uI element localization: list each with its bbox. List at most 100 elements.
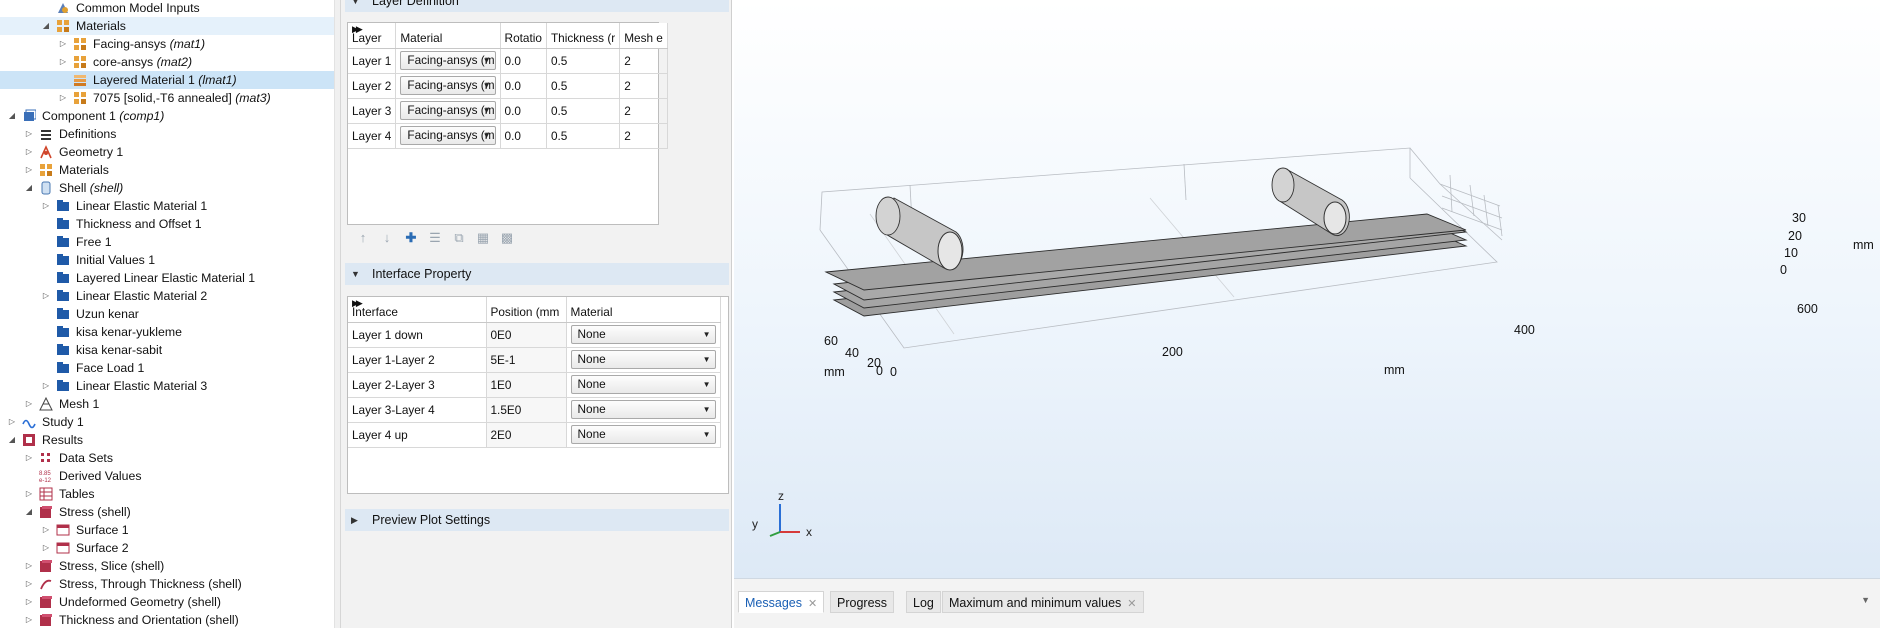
layer-mesh[interactable]: 2 [619, 73, 668, 99]
tree-node[interactable]: Initial Values 1 [0, 251, 334, 269]
col-header-rotation[interactable]: Rotatio [500, 23, 547, 49]
section-interface-property[interactable]: ▼ Interface Property [345, 263, 729, 285]
tree-node[interactable]: ◢ Component 1 (comp1) [0, 107, 334, 125]
expand-toggle-icon[interactable]: ▷ [57, 89, 69, 107]
tab-progress[interactable]: Progress [830, 591, 895, 613]
tree-node[interactable]: kisa kenar-yukleme [0, 323, 334, 341]
copy-icon[interactable]: ⧉ [451, 230, 467, 246]
table-row[interactable]: Layer 1 down 0E0 None ▼ [348, 322, 721, 348]
expand-toggle-icon[interactable]: ▷ [23, 557, 35, 575]
collapse-toggle-icon[interactable]: ◢ [40, 17, 52, 35]
layer-rotation[interactable]: 0.0 [500, 123, 547, 149]
interface-material-select[interactable]: None ▼ [570, 400, 716, 419]
expand-toggle-icon[interactable]: ▷ [23, 593, 35, 611]
col-header-interface[interactable]: ▶▶ Interface [348, 297, 487, 323]
col-header-position[interactable]: Position (mm [486, 297, 567, 323]
tree-node[interactable]: ▷ Undeformed Geometry (shell) [0, 593, 334, 611]
panel-menu-icon[interactable]: ▼ [1861, 595, 1870, 605]
close-icon[interactable]: ✕ [808, 598, 817, 610]
load-from-file-icon[interactable]: ▦ [475, 230, 491, 246]
expand-toggle-icon[interactable]: ▷ [57, 35, 69, 53]
expand-toggle-icon[interactable]: ▷ [23, 143, 35, 161]
3d-view[interactable]: 0 200 400 600 mm 60 40 20 0 mm 30 20 10 … [734, 0, 1880, 578]
tree-node[interactable]: ◢ Stress (shell) [0, 503, 334, 521]
tree-node[interactable]: Thickness and Offset 1 [0, 215, 334, 233]
collapse-toggle-icon[interactable]: ◢ [23, 179, 35, 197]
tree-node[interactable]: ▷ 7075 [solid,-T6 annealed] (mat3) [0, 89, 334, 107]
collapse-toggle-icon[interactable]: ◢ [6, 431, 18, 449]
table-row[interactable]: Layer 3-Layer 4 1.5E0 None ▼ [348, 397, 721, 423]
expand-toggle-icon[interactable]: ▷ [40, 539, 52, 557]
layer-rotation[interactable]: 0.0 [500, 98, 547, 124]
tree-node[interactable]: ▷ Geometry 1 [0, 143, 334, 161]
expand-columns-icon[interactable]: ▶▶ [352, 298, 363, 309]
layer-thickness[interactable]: 0.5 [546, 123, 621, 149]
tree-node[interactable]: ▷ Linear Elastic Material 3 [0, 377, 334, 395]
expand-toggle-icon[interactable]: ▷ [23, 449, 35, 467]
move-down-icon[interactable]: ↓ [379, 230, 395, 246]
layer-material-select[interactable]: Facing-ansys (m ▼ [400, 101, 496, 120]
tree-node[interactable]: ▷ Study 1 [0, 413, 334, 431]
tree-node[interactable]: ▷ Surface 2 [0, 539, 334, 557]
tree-node[interactable]: ▷ Stress, Slice (shell) [0, 557, 334, 575]
layer-material-select[interactable]: Facing-ansys (m ▼ [400, 76, 496, 95]
tab-messages[interactable]: Messages ✕ [738, 591, 825, 613]
interface-material-select[interactable]: None ▼ [570, 325, 716, 344]
col-header-layer[interactable]: ▶▶ Layer [348, 23, 397, 49]
tree-node[interactable]: kisa kenar-sabit [0, 341, 334, 359]
layer-mesh[interactable]: 2 [619, 98, 668, 124]
layer-material-select[interactable]: Facing-ansys (m ▼ [400, 126, 496, 145]
tree-node[interactable]: ▷ Linear Elastic Material 2 [0, 287, 334, 305]
tree-node[interactable]: Layered Material 1 (lmat1) [0, 71, 334, 89]
close-icon[interactable]: ✕ [1127, 598, 1136, 610]
expand-toggle-icon[interactable]: ▷ [57, 53, 69, 71]
tab-max-min-values[interactable]: Maximum and minimum values ✕ [942, 591, 1144, 613]
table-row[interactable]: Layer 1-Layer 2 5E-1 None ▼ [348, 347, 721, 373]
expand-toggle-icon[interactable]: ▷ [23, 161, 35, 179]
tree-node[interactable]: Face Load 1 [0, 359, 334, 377]
tree-node[interactable]: ▷ Facing-ansys (mat1) [0, 35, 334, 53]
col-header-mesh[interactable]: Mesh e [619, 23, 668, 49]
section-preview-plot-settings[interactable]: ▶ Preview Plot Settings [345, 509, 729, 531]
table-row[interactable]: Layer 4 Facing-ansys (m ▼ 0.0 0.5 2 [348, 123, 668, 149]
expand-toggle-icon[interactable]: ▷ [23, 125, 35, 143]
move-up-icon[interactable]: ↑ [355, 230, 371, 246]
tree-node[interactable]: ▷ Data Sets [0, 449, 334, 467]
delete-layer-icon[interactable]: ☰ [427, 230, 443, 246]
tree-node[interactable]: Common Model Inputs [0, 0, 334, 17]
expand-toggle-icon[interactable]: ▷ [40, 197, 52, 215]
tree-node[interactable]: Free 1 [0, 233, 334, 251]
add-layer-icon[interactable]: ✚ [403, 230, 419, 246]
tree-node[interactable]: ◢ Results [0, 431, 334, 449]
layer-mesh[interactable]: 2 [619, 48, 668, 74]
expand-toggle-icon[interactable]: ▷ [23, 575, 35, 593]
tree-node[interactable]: Layered Linear Elastic Material 1 [0, 269, 334, 287]
save-to-file-icon[interactable]: ▩ [499, 230, 515, 246]
tree-node[interactable]: ▷ Surface 1 [0, 521, 334, 539]
layer-thickness[interactable]: 0.5 [546, 98, 621, 124]
layer-rotation[interactable]: 0.0 [500, 73, 547, 99]
table-row[interactable]: Layer 3 Facing-ansys (m ▼ 0.0 0.5 2 [348, 98, 668, 124]
expand-columns-icon[interactable]: ▶▶ [352, 24, 363, 35]
tree-node[interactable]: 8.85 e-12 Derived Values [0, 467, 334, 485]
expand-toggle-icon[interactable]: ▷ [6, 413, 18, 431]
table-row[interactable]: Layer 1 Facing-ansys (m ▼ 0.0 0.5 2 [348, 48, 668, 74]
col-header-thickness[interactable]: Thickness (r [546, 23, 621, 49]
tree-node[interactable]: Uzun kenar [0, 305, 334, 323]
expand-toggle-icon[interactable]: ▷ [23, 395, 35, 413]
tree-node[interactable]: ◢ Shell (shell) [0, 179, 334, 197]
tab-log[interactable]: Log [906, 591, 941, 613]
tree-node[interactable]: ▷ Definitions [0, 125, 334, 143]
expand-toggle-icon[interactable]: ▷ [40, 287, 52, 305]
layer-thickness[interactable]: 0.5 [546, 73, 621, 99]
table-row[interactable]: Layer 2 Facing-ansys (m ▼ 0.0 0.5 2 [348, 73, 668, 99]
layer-mesh[interactable]: 2 [619, 123, 668, 149]
interface-material-select[interactable]: None ▼ [570, 375, 716, 394]
tree-node[interactable]: ◢ Materials [0, 17, 334, 35]
table-row[interactable]: Layer 2-Layer 3 1E0 None ▼ [348, 372, 721, 398]
tree-node[interactable]: ▷ Thickness and Orientation (shell) [0, 611, 334, 628]
graphics-window[interactable]: 0 200 400 600 mm 60 40 20 0 mm 30 20 10 … [734, 0, 1880, 578]
tree-node[interactable]: ▷ Materials [0, 161, 334, 179]
collapse-toggle-icon[interactable]: ◢ [6, 107, 18, 125]
tree-node[interactable]: ▷ core-ansys (mat2) [0, 53, 334, 71]
